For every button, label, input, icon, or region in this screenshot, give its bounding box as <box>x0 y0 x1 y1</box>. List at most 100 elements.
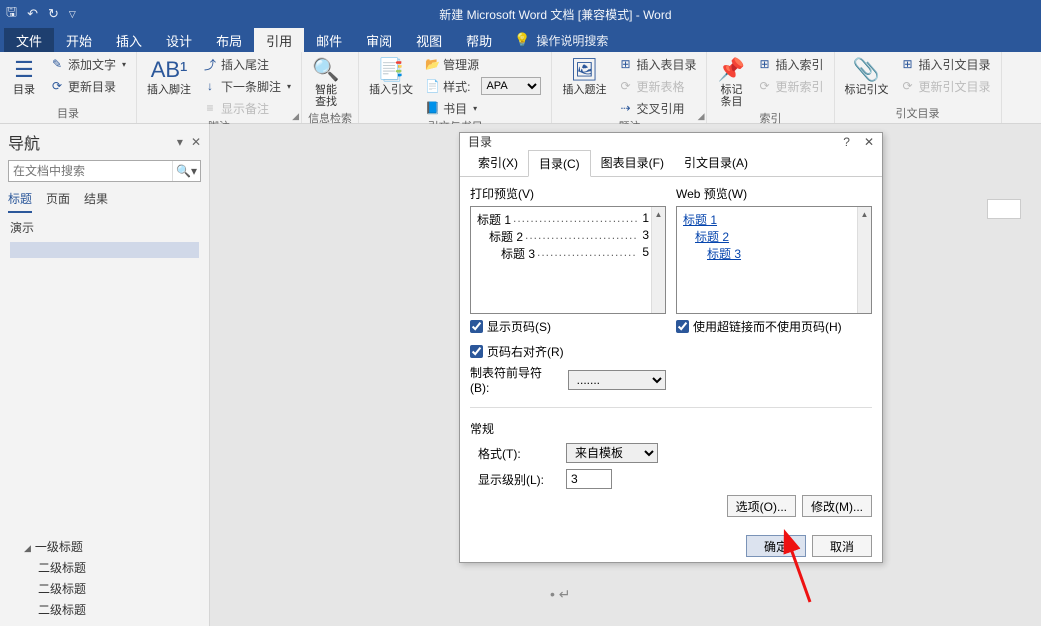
insert-citation-button[interactable]: 📑 插入引文 <box>365 54 417 98</box>
magnify-icon: 🔍 <box>312 56 339 84</box>
sources-icon: 📂 <box>425 57 439 71</box>
group-research: 🔍 智能 查找 信息检索 <box>302 52 359 123</box>
dlg-tab-toa[interactable]: 引文目录(A) <box>674 150 758 176</box>
web-preview-link[interactable]: 标题 1 <box>683 211 855 228</box>
paragraph-mark: • ↵ <box>550 586 571 603</box>
nav-title: 导航 <box>8 130 40 154</box>
outline-item-lvl2[interactable]: 二级标题 <box>4 557 205 578</box>
levels-spinner[interactable] <box>566 469 612 489</box>
collapse-triangle-icon[interactable]: ◢ <box>24 543 31 553</box>
show-page-numbers-checkbox[interactable] <box>470 320 483 333</box>
manage-sources-button[interactable]: 📂管理源 <box>421 54 545 74</box>
smart-lookup-button[interactable]: 🔍 智能 查找 <box>308 54 344 110</box>
tab-design[interactable]: 设计 <box>154 28 204 52</box>
search-icon[interactable]: 🔍▾ <box>172 161 200 181</box>
caption-launcher-icon[interactable]: ◢ <box>698 111 705 122</box>
mark-entry-label: 标记 条目 <box>720 84 742 108</box>
tab-file[interactable]: 文件 <box>4 28 54 52</box>
redo-icon[interactable]: ↻ <box>48 6 59 22</box>
toc-icon: ☰ <box>14 56 34 84</box>
use-hyperlinks-label: 使用超链接而不使用页码(H) <box>693 318 842 335</box>
insert-toa-button[interactable]: ⊞插入引文目录 <box>897 54 995 74</box>
web-preview-link[interactable]: 标题 3 <box>683 245 855 262</box>
undo-icon[interactable]: ↶ <box>27 6 38 22</box>
update-toc-button[interactable]: ⟳更新目录 <box>46 76 130 96</box>
web-preview-link[interactable]: 标题 2 <box>683 228 855 245</box>
bibliography-button[interactable]: 📘书目▾ <box>421 98 545 118</box>
save-icon[interactable]: 🖫 <box>6 3 17 25</box>
leader-select[interactable]: ....... <box>568 370 666 390</box>
mark-entry-button[interactable]: 📌 标记 条目 <box>713 54 749 110</box>
dialog-titlebar: 目录 ? ✕ <box>460 133 882 150</box>
preview-scrollbar[interactable]: ▲ <box>651 207 665 313</box>
ok-button[interactable]: 确定 <box>746 535 806 557</box>
lightbulb-icon: 💡 <box>514 32 530 48</box>
update-toa-icon: ⟳ <box>901 79 915 93</box>
insert-tof-button[interactable]: ⊞插入表目录 <box>614 54 700 74</box>
cross-reference-button[interactable]: ⇢交叉引用 <box>614 98 700 118</box>
dlg-tab-toc[interactable]: 目录(C) <box>528 150 591 177</box>
dialog-close-icon[interactable]: ✕ <box>864 135 874 149</box>
tab-view[interactable]: 视图 <box>404 28 454 52</box>
dlg-tab-index[interactable]: 索引(X) <box>468 150 528 176</box>
insert-footnote-button[interactable]: AB¹ 插入脚注 <box>143 54 195 98</box>
outline-item-lvl2[interactable]: 二级标题 <box>4 578 205 599</box>
bibliography-icon: 📘 <box>425 101 439 115</box>
options-button[interactable]: 选项(O)... <box>727 495 796 517</box>
update-table-button: ⟳更新表格 <box>614 76 700 96</box>
tab-insert[interactable]: 插入 <box>104 28 154 52</box>
ribbon-tabs: 文件 开始 插入 设计 布局 引用 邮件 审阅 视图 帮助 💡 操作说明搜索 <box>0 28 1041 52</box>
nav-search-input[interactable] <box>9 161 172 181</box>
outline-item-lvl2[interactable]: 二级标题 <box>4 599 205 620</box>
footnote-launcher-icon[interactable]: ◢ <box>292 111 299 122</box>
group-footnote: AB¹ 插入脚注 ⤴插入尾注 ↓下一条脚注▾ ≡显示备注 脚注 ◢ <box>137 52 302 123</box>
use-hyperlinks-checkbox[interactable] <box>676 320 689 333</box>
refresh-icon: ⟳ <box>50 79 64 93</box>
tell-me-search[interactable]: 💡 操作说明搜索 <box>514 28 608 52</box>
group-index: 📌 标记 条目 ⊞插入索引 ⟳更新索引 索引 <box>707 52 834 123</box>
insert-index-icon: ⊞ <box>757 57 771 71</box>
insert-citation-label: 插入引文 <box>369 84 413 96</box>
tell-me-label: 操作说明搜索 <box>536 32 608 49</box>
nav-tab-pages[interactable]: 页面 <box>46 190 70 213</box>
style-select[interactable]: APA <box>481 77 541 95</box>
update-index-icon: ⟳ <box>757 79 771 93</box>
insert-caption-label: 插入题注 <box>562 84 606 96</box>
right-align-label: 页码右对齐(R) <box>487 343 564 360</box>
tab-references[interactable]: 引用 <box>254 28 304 52</box>
general-label: 常规 <box>470 420 872 437</box>
nav-outline: ◢一级标题 二级标题 二级标题 二级标题 <box>0 530 209 626</box>
update-index-button: ⟳更新索引 <box>753 76 827 96</box>
insert-index-button[interactable]: ⊞插入索引 <box>753 54 827 74</box>
nav-search-box[interactable]: 🔍▾ <box>8 160 201 182</box>
insert-caption-button[interactable]: 🖼 插入题注 <box>558 54 610 98</box>
mark-citation-button[interactable]: 📎 标记引文 <box>841 54 893 98</box>
nav-close-icon[interactable]: ✕ <box>191 135 201 149</box>
tab-help[interactable]: 帮助 <box>454 28 504 52</box>
insert-endnote-button[interactable]: ⤴插入尾注 <box>199 54 295 74</box>
leader-label: 制表符前导符(B): <box>470 364 560 395</box>
toc-button[interactable]: ☰ 目录 <box>6 54 42 98</box>
footnote-icon: AB¹ <box>151 56 188 84</box>
tab-home[interactable]: 开始 <box>54 28 104 52</box>
nav-dropdown-icon[interactable]: ▾ <box>177 135 183 149</box>
nav-tab-results[interactable]: 结果 <box>84 190 108 213</box>
format-select[interactable]: 来自模板 <box>566 443 658 463</box>
cancel-button[interactable]: 取消 <box>812 535 872 557</box>
mark-entry-icon: 📌 <box>718 56 745 84</box>
citation-style-row: 📄样式: APA <box>421 76 545 96</box>
preview-scrollbar[interactable]: ▲ <box>857 207 871 313</box>
tab-review[interactable]: 审阅 <box>354 28 404 52</box>
nav-tab-headings[interactable]: 标题 <box>8 190 32 213</box>
qat-dropdown-icon[interactable]: ▽ <box>69 9 76 20</box>
add-text-button[interactable]: ✎添加文字▾ <box>46 54 130 74</box>
tab-layout[interactable]: 布局 <box>204 28 254 52</box>
insert-toa-icon: ⊞ <box>901 57 915 71</box>
next-footnote-button[interactable]: ↓下一条脚注▾ <box>199 76 295 96</box>
right-align-checkbox[interactable] <box>470 345 483 358</box>
modify-button[interactable]: 修改(M)... <box>802 495 872 517</box>
outline-item-lvl1[interactable]: ◢一级标题 <box>4 536 205 557</box>
tab-mail[interactable]: 邮件 <box>304 28 354 52</box>
dlg-tab-tof[interactable]: 图表目录(F) <box>591 150 674 176</box>
dialog-help-icon[interactable]: ? <box>843 135 850 149</box>
